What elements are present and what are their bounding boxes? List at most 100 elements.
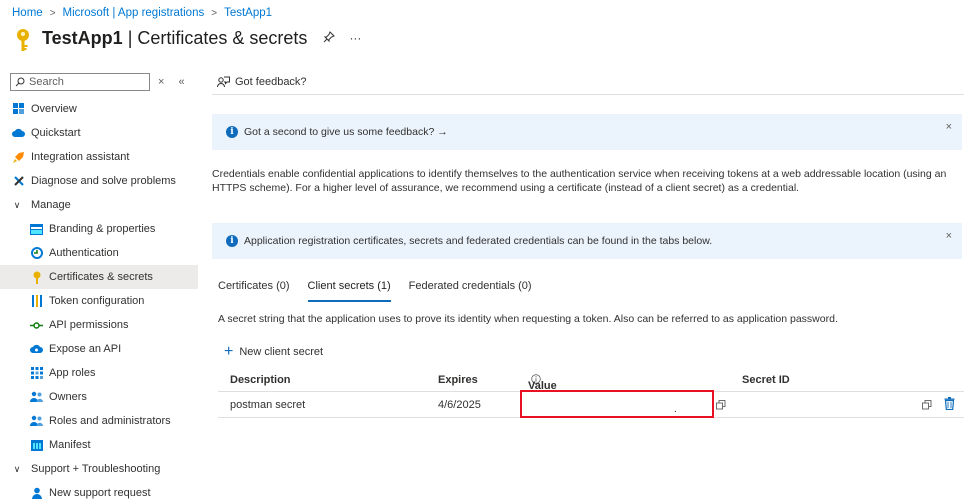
search-input[interactable] [29, 76, 139, 88]
app-roles-grid-icon [30, 367, 43, 380]
sidebar-item-expose-api[interactable]: Expose an API [0, 337, 198, 361]
owners-people-icon [30, 391, 43, 404]
authentication-icon [30, 247, 43, 260]
sidebar-item-diagnose[interactable]: Diagnose and solve problems [0, 169, 198, 193]
got-feedback-button[interactable]: Got feedback? [235, 76, 307, 88]
sidebar-item-api-permissions[interactable]: API permissions [0, 313, 198, 337]
credentials-description: Credentials enable confidential applicat… [212, 168, 947, 194]
branding-icon [30, 223, 43, 236]
breadcrumb-testapp1[interactable]: TestApp1 [224, 7, 272, 19]
sidebar-item-authentication[interactable]: Authentication [0, 241, 198, 265]
sidebar-item-label: Token configuration [49, 295, 145, 307]
rocket-icon [12, 151, 25, 164]
sidebar-item-label: New support request [49, 487, 151, 499]
page-title-separator: | [122, 27, 138, 48]
new-client-secret-button[interactable]: + New client secret [224, 343, 324, 360]
table-header: Description Expires Value Secret ID [218, 368, 964, 392]
secret-description-cell: postman secret [230, 399, 306, 411]
roles-people-icon [30, 415, 43, 428]
page-title-page-name: Certificates & secrets [137, 27, 308, 48]
table-row: postman secret 4/6/2025 . [218, 390, 964, 418]
sidebar-item-label: Roles and administrators [49, 415, 171, 427]
ellipsis-icon[interactable]: ··· [349, 31, 361, 45]
sidebar-item-label: Overview [31, 103, 77, 115]
sidebar-item-owners[interactable]: Owners [0, 385, 198, 409]
client-secrets-description: A secret string that the application use… [218, 313, 838, 325]
clear-search-icon[interactable]: × [158, 76, 164, 88]
chevron-down-icon: ∨ [13, 199, 21, 210]
key-icon [30, 271, 43, 284]
sidebar-item-branding[interactable]: Branding & properties [0, 217, 198, 241]
breadcrumb-separator-icon: > [49, 7, 56, 19]
key-icon [12, 28, 34, 54]
copy-value-icon[interactable] [716, 400, 726, 413]
breadcrumb: Home > Microsoft | App registrations > T… [12, 6, 272, 20]
sidebar-item-label: Manifest [49, 439, 91, 451]
tab-client-secrets[interactable]: Client secrets (1) [307, 280, 391, 302]
sidebar-item-label: Expose an API [49, 343, 122, 355]
feedback-banner-link[interactable]: Got a second to give us some feedback? → [244, 126, 448, 138]
sidebar-item-roles-administrators[interactable]: Roles and administrators [0, 409, 198, 433]
delete-trash-icon[interactable] [944, 397, 955, 413]
sidebar-item-label: Authentication [49, 247, 119, 259]
page-title: TestApp1 | Certificates & secrets [42, 28, 307, 49]
plus-icon: + [224, 343, 234, 360]
info-banner-text: Application registration certificates, s… [244, 235, 713, 247]
tab-certificates[interactable]: Certificates (0) [218, 280, 290, 302]
command-bar: Got feedback? [212, 70, 964, 95]
collapse-sidebar-icon[interactable]: « [178, 76, 184, 88]
breadcrumb-separator-icon: > [211, 7, 218, 19]
pin-icon[interactable] [323, 30, 336, 46]
credential-tabs: Certificates (0) Client secrets (1) Fede… [218, 280, 550, 302]
wrench-icon [12, 175, 25, 188]
main-content: Got feedback? i Got a second to give us … [212, 70, 964, 504]
token-bars-icon [30, 295, 43, 308]
search-icon [15, 77, 25, 87]
feedback-banner: i Got a second to give us some feedback?… [212, 114, 962, 150]
sidebar-item-label: Integration assistant [31, 151, 130, 163]
secret-value-cell[interactable]: . [674, 404, 677, 415]
tab-federated-credentials[interactable]: Federated credentials (0) [409, 280, 532, 302]
column-header-description: Description [230, 374, 291, 386]
cloud-api-icon [30, 343, 43, 356]
sidebar-item-label: Owners [49, 391, 87, 403]
sidebar-item-certificates-secrets[interactable]: Certificates & secrets [0, 265, 198, 289]
sidebar-item-label: Quickstart [31, 127, 81, 139]
client-secrets-table: Description Expires Value Secret ID post… [218, 368, 964, 418]
page-header: TestApp1 | Certificates & secrets ··· [12, 26, 361, 51]
new-client-secret-label: New client secret [239, 346, 324, 358]
support-person-icon [30, 487, 43, 500]
api-permissions-icon [30, 319, 43, 332]
sidebar: × « Overview Quickstart Integration assi… [0, 70, 198, 504]
sidebar-group-support[interactable]: ∨ Support + Troubleshooting [0, 457, 198, 481]
breadcrumb-app-registrations[interactable]: Microsoft | App registrations [63, 7, 205, 19]
secret-value-highlight: . [520, 390, 714, 418]
sidebar-item-label: App roles [49, 367, 96, 379]
copy-secret-id-icon[interactable] [922, 400, 932, 413]
sidebar-item-quickstart[interactable]: Quickstart [0, 121, 198, 145]
info-banner: i Application registration certificates,… [212, 223, 962, 259]
sidebar-group-label: Support + Troubleshooting [31, 463, 161, 475]
sidebar-item-app-roles[interactable]: App roles [0, 361, 198, 385]
sidebar-nav: Overview Quickstart Integration assistan… [0, 97, 198, 504]
sidebar-item-manifest[interactable]: Manifest [0, 433, 198, 457]
search-box[interactable] [10, 73, 150, 91]
page-title-app-name: TestApp1 [42, 27, 123, 48]
column-header-value: Value [528, 374, 557, 392]
column-header-secret-id: Secret ID [742, 374, 790, 386]
sidebar-group-label: Manage [31, 199, 71, 211]
sidebar-item-label: Diagnose and solve problems [31, 175, 176, 187]
sidebar-item-token-configuration[interactable]: Token configuration [0, 289, 198, 313]
breadcrumb-home[interactable]: Home [12, 7, 43, 19]
info-icon: i [226, 235, 238, 247]
chevron-down-icon: ∨ [13, 463, 21, 474]
sidebar-group-manage[interactable]: ∨ Manage [0, 193, 198, 217]
sidebar-item-overview[interactable]: Overview [0, 97, 198, 121]
close-icon[interactable]: × [946, 230, 952, 242]
info-icon: i [226, 126, 238, 138]
sidebar-item-new-support-request[interactable]: New support request [0, 481, 198, 504]
column-header-expires: Expires [438, 374, 478, 386]
close-icon[interactable]: × [946, 121, 952, 133]
sidebar-item-integration-assistant[interactable]: Integration assistant [0, 145, 198, 169]
sidebar-item-label: API permissions [49, 319, 129, 331]
